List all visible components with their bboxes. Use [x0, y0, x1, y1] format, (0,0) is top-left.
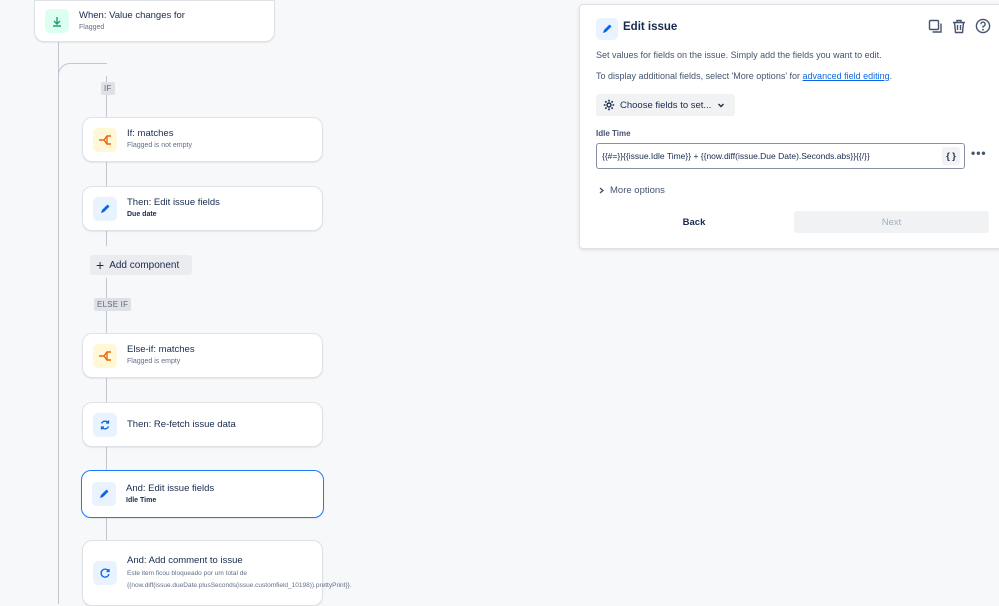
then-edit-card[interactable]: Then: Edit issue fields Due date: [82, 186, 323, 231]
trigger-title: When: Value changes for: [79, 9, 185, 21]
trash-icon[interactable]: [950, 17, 968, 35]
smart-value-button[interactable]: { }: [942, 147, 960, 165]
then-edit-title: Then: Edit issue fields: [127, 197, 220, 208]
help-icon[interactable]: [974, 17, 992, 35]
idle-time-value: {{#=}}{{issue.Idle Time}} + {{now.diff(i…: [602, 151, 870, 161]
add-component-button[interactable]: + Add component: [90, 255, 192, 275]
and-comment-title: And: Add comment to issue: [127, 555, 243, 566]
next-button[interactable]: Next: [794, 211, 989, 233]
desc-prefix: To display additional fields, select 'Mo…: [596, 71, 803, 81]
else-if-condition-card[interactable]: Else-if: matches Flagged is empty: [82, 333, 323, 378]
edit-issue-panel: Edit issue Set values for fields on the …: [579, 4, 999, 249]
branch-condition-icon: [93, 343, 117, 368]
and-edit-sub: Idle Time: [126, 496, 157, 504]
trigger-sub: Flagged: [79, 23, 105, 31]
add-component-label: Add component: [109, 259, 180, 271]
idle-time-label: Idle Time: [596, 129, 631, 138]
advanced-field-editing-link[interactable]: advanced field editing: [803, 71, 890, 81]
panel-description: Set values for fields on the issue. Simp…: [596, 50, 882, 60]
trigger-down-arrow-icon: [45, 9, 69, 33]
chevron-right-icon: [598, 187, 605, 194]
and-comment-card[interactable]: And: Add comment to issue Este item fico…: [82, 540, 352, 606]
if-condition-sub: Flagged is not empty: [127, 142, 192, 149]
desc-suffix: .: [889, 71, 893, 81]
and-edit-card[interactable]: And: Edit issue fields Idle Time: [81, 470, 324, 518]
then-refetch-title: Then: Re-fetch issue data: [127, 418, 236, 430]
then-refetch-card[interactable]: Then: Re-fetch issue data: [82, 402, 323, 447]
branch-connector: [58, 63, 107, 78]
pencil-icon: [596, 18, 618, 40]
idle-time-field[interactable]: {{#=}}{{issue.Idle Time}} + {{now.diff(i…: [596, 143, 965, 169]
else-if-tag: ELSE IF: [94, 298, 132, 311]
and-comment-sub: Este item ficou bloqueado por um total d…: [127, 570, 352, 589]
choose-fields-button[interactable]: Choose fields to set...: [596, 94, 735, 116]
else-if-title: Else-if: matches: [127, 344, 195, 355]
and-edit-title: And: Edit issue fields: [126, 482, 215, 494]
if-condition-title: If: matches: [127, 128, 174, 139]
branch-condition-icon: [93, 127, 117, 152]
main-flow-line: [58, 42, 59, 604]
plus-icon: +: [96, 257, 105, 273]
then-edit-sub: Due date: [127, 211, 157, 218]
more-options-label: More options: [610, 185, 665, 196]
automation-canvas: When: Value changes for Flagged IF If: m…: [0, 0, 999, 606]
gear-icon: [603, 99, 615, 111]
panel-actions: [926, 17, 992, 35]
pencil-icon: [92, 482, 116, 506]
more-options-toggle[interactable]: More options: [598, 185, 665, 196]
panel-title: Edit issue: [623, 21, 678, 33]
comment-refresh-icon: [93, 561, 117, 585]
duplicate-icon[interactable]: [926, 17, 944, 35]
if-condition-card[interactable]: If: matches Flagged is not empty: [82, 117, 323, 162]
trigger-card[interactable]: When: Value changes for Flagged: [34, 0, 275, 42]
panel-description-advanced: To display additional fields, select 'Mo…: [596, 71, 892, 81]
if-tag: IF: [101, 82, 115, 95]
refresh-icon: [93, 412, 117, 437]
field-more-actions[interactable]: •••: [971, 146, 987, 160]
pencil-icon: [93, 196, 117, 221]
else-if-sub: Flagged is empty: [127, 358, 181, 365]
chevron-down-icon: [717, 101, 725, 109]
choose-fields-label: Choose fields to set...: [620, 99, 712, 111]
back-button[interactable]: Back: [596, 211, 792, 233]
